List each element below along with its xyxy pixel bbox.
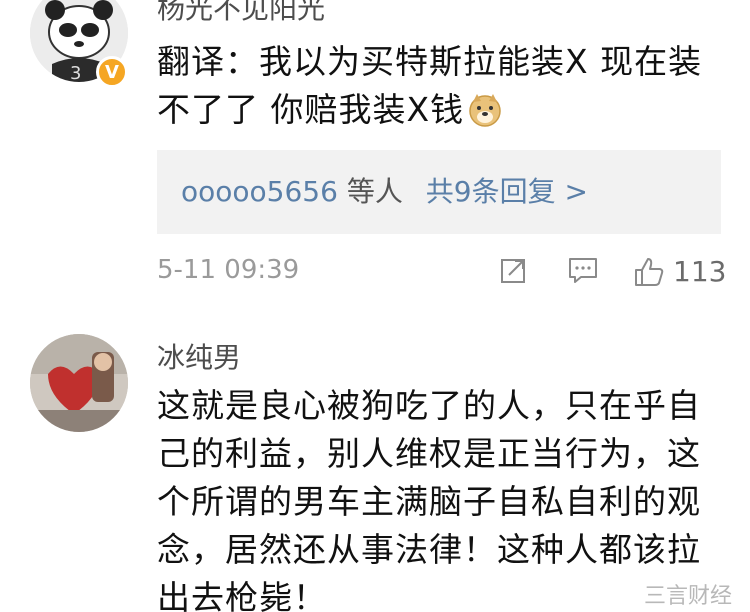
view-replies-link[interactable]: 共9条回复 > xyxy=(426,175,588,208)
comment-text-body: 翻译：我以为买特斯拉能装X 现在装不了了 你赔我装X钱 xyxy=(157,42,703,129)
share-button[interactable] xyxy=(499,255,529,285)
svg-text:3: 3 xyxy=(70,63,81,82)
like-count: 113 xyxy=(673,255,727,288)
timestamp: 5-11 09:39 xyxy=(157,255,300,285)
user-photo-avatar-icon xyxy=(30,334,128,432)
reply-others-label: 等人 xyxy=(346,175,403,208)
watermark-label: 三言财经 xyxy=(643,584,732,609)
share-icon xyxy=(501,259,525,283)
comment-item: 3 V 杨光不见阳光 翻译：我以为买特斯拉能装X 现在装不了了 你赔我装X钱 o… xyxy=(0,0,750,300)
thumbs-up-icon xyxy=(635,257,664,286)
comment-text: 这就是良心被狗吃了的人，只在乎自己的利益，别人维权是正当行为，这个所谓的男车主满… xyxy=(157,386,701,612)
avatar[interactable] xyxy=(30,334,128,432)
reply-user-link[interactable]: ooooo5656 xyxy=(181,175,338,208)
doge-emoji-icon xyxy=(468,92,502,127)
like-button[interactable]: 113 xyxy=(633,255,726,288)
username[interactable]: 杨光不见阳光 xyxy=(157,0,325,27)
username[interactable]: 冰纯男 xyxy=(157,336,241,376)
comment-icon xyxy=(569,258,597,283)
verified-badge-icon: V xyxy=(96,56,128,88)
comment-text: 翻译：我以为买特斯拉能装X 现在装不了了 你赔我装X钱 xyxy=(157,38,717,134)
comment-item: 冰纯男 这就是良心被狗吃了的人，只在乎自己的利益，别人维权是正当行为，这个所谓的… xyxy=(0,318,750,612)
reply-summary[interactable]: ooooo5656 等人 共9条回复 > xyxy=(157,150,721,234)
comment-meta: 5-11 09:39 113 xyxy=(157,255,726,291)
comment-button[interactable] xyxy=(567,255,599,285)
